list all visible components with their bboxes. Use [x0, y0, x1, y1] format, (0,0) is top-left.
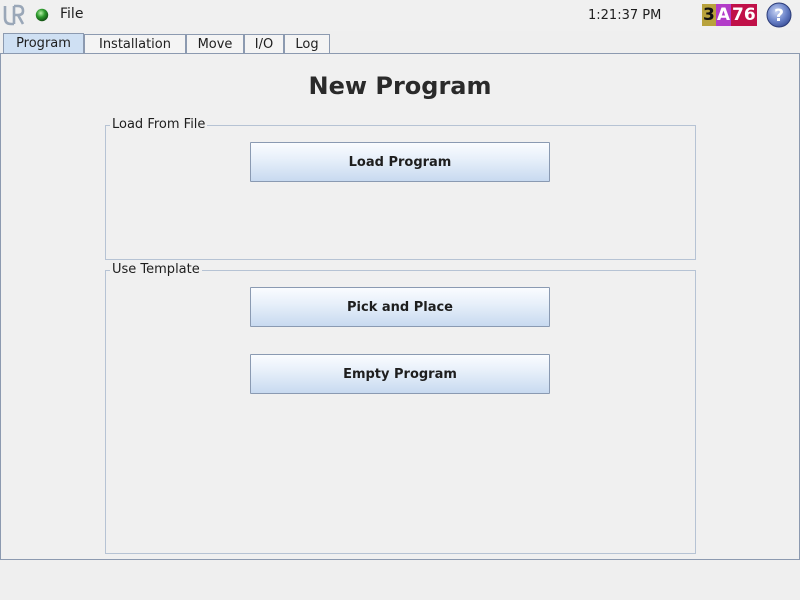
version-part: A [715, 4, 732, 26]
load-from-file-group: Load From File Load Program [105, 117, 696, 260]
tab-installation[interactable]: Installation [84, 34, 186, 53]
pick-and-place-button[interactable]: Pick and Place [250, 287, 550, 327]
use-template-group: Use Template Pick and Place Empty Progra… [105, 262, 696, 554]
svg-text:?: ? [774, 6, 784, 26]
version-part: 76 [731, 4, 757, 26]
tab-io[interactable]: I/O [244, 34, 284, 53]
clock: 1:21:37 PM [588, 8, 662, 23]
version-badge: 3 A 76 [702, 4, 757, 26]
file-menu[interactable]: File [60, 6, 83, 22]
footer-area [0, 560, 800, 600]
tab-log[interactable]: Log [284, 34, 330, 53]
robot-status-icon[interactable] [35, 8, 49, 22]
help-icon[interactable]: ? [766, 2, 792, 28]
page-title: New Program [308, 72, 492, 100]
version-part: 3 [702, 4, 716, 26]
empty-program-button[interactable]: Empty Program [250, 354, 550, 394]
ur-logo-icon[interactable] [2, 3, 26, 27]
tab-move[interactable]: Move [186, 34, 244, 53]
group-label: Use Template [110, 262, 202, 277]
tab-program[interactable]: Program [3, 33, 84, 54]
tab-bar: Program Installation Move I/O Log [0, 32, 800, 54]
program-panel: New Program Load From File Load Program … [0, 53, 800, 560]
group-label: Load From File [110, 117, 208, 132]
top-bar: File 1:21:37 PM 3 A 76 ? [0, 0, 800, 31]
load-program-button[interactable]: Load Program [250, 142, 550, 182]
